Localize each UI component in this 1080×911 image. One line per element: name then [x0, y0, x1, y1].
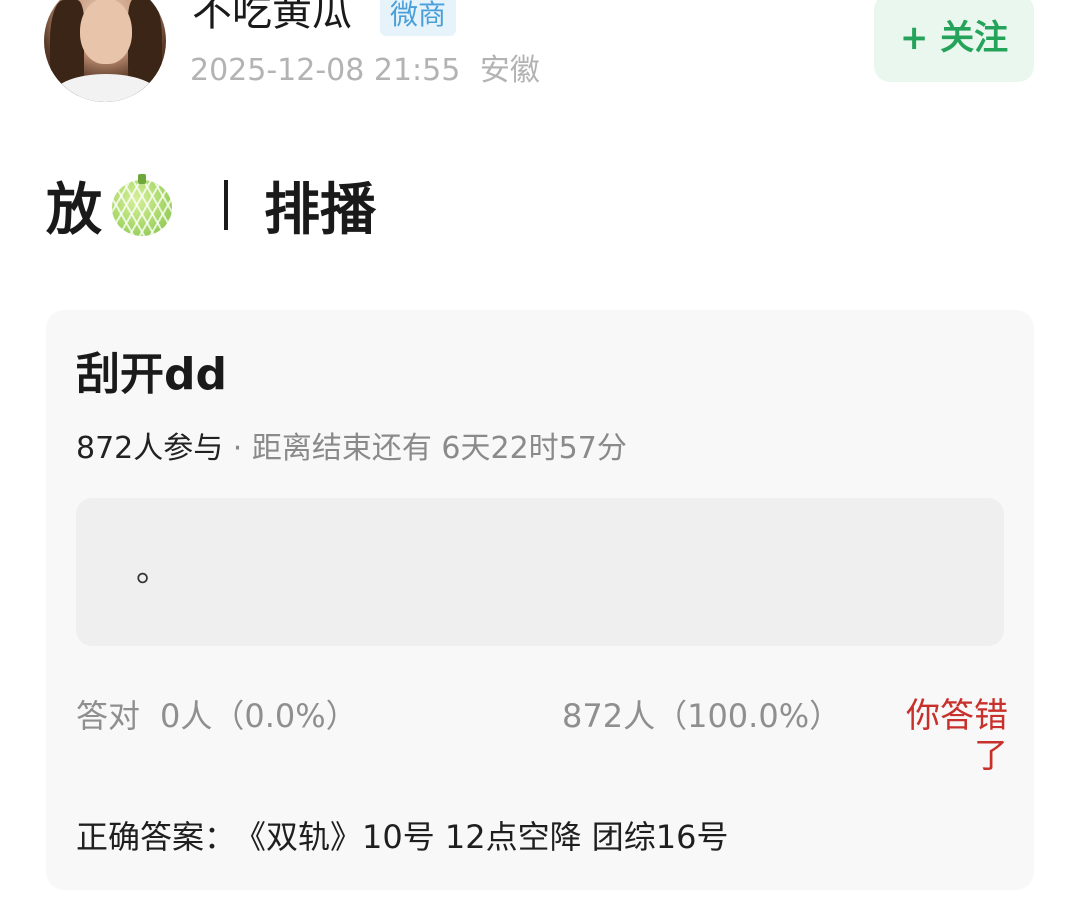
follow-button[interactable]: + 关注 [874, 0, 1034, 82]
correct-answer-value: 《双轨》10号 12点空降 团综16号 [250, 818, 729, 856]
post-title-end: 排播 [264, 177, 376, 243]
merchant-badge: 微商 [380, 0, 457, 36]
time-remaining: · 距离结束还有 6天22时57分 [223, 431, 627, 466]
quiz-stats: 872人参与 · 距离结束还有 6天22时57分 [76, 430, 627, 468]
post-page: 不吃黄瓜 微商 2025-12-08 21:55 安徽 + 关注 放 排播 刮开… [0, 0, 1080, 911]
post-meta: 2025-12-08 21:55 安徽 [190, 52, 540, 90]
post-location: 安徽 [479, 53, 540, 88]
avatar-face [80, 0, 132, 64]
post-title: 放 排播 [46, 170, 376, 243]
wrong-answer-label: 你答错了 [906, 696, 1008, 776]
correct-answer-label: 正确答案： [76, 818, 237, 856]
scratch-answer-text: 。 [136, 550, 170, 590]
quiz-title: 刮开dd [76, 349, 227, 400]
avatar[interactable] [44, 0, 166, 102]
scratch-answer-area[interactable]: 。 [76, 498, 1004, 646]
melon-icon [112, 174, 172, 236]
post-title-start: 放 [46, 177, 102, 243]
correct-value: 0人（0.0%） [160, 697, 358, 735]
correct-answer: 正确答案： 《双轨》10号 12点空降 团综16号 [76, 816, 729, 858]
title-separator [224, 180, 228, 230]
wrong-result: 872人（100.0%） [562, 697, 842, 735]
post-timestamp: 2025-12-08 21:55 [190, 53, 461, 88]
correct-result: 答对 0人（0.0%） [76, 696, 358, 736]
username[interactable]: 不吃黄瓜 [192, 0, 352, 36]
participant-count: 872人参与 [76, 431, 224, 466]
correct-label: 答对 [76, 697, 141, 735]
quiz-card: 刮开dd 872人参与 · 距离结束还有 6天22时57分 。 答对 0人（0.0… [46, 310, 1034, 890]
